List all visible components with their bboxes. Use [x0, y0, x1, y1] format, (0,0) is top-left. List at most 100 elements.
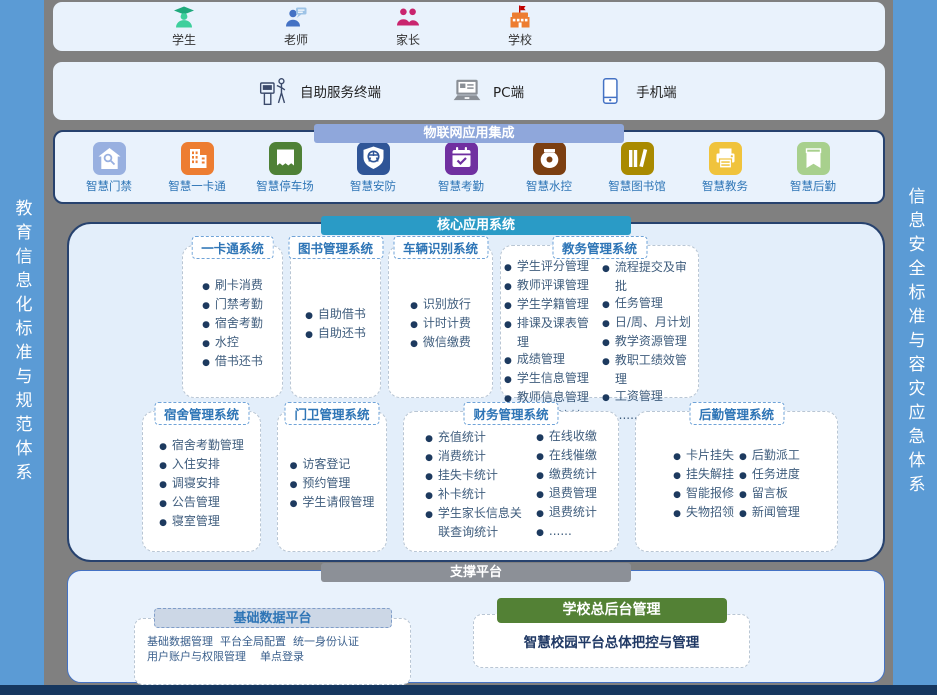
system-items: 刷卡消费门禁考勤宿舍考勤水控借书还书: [183, 246, 282, 397]
system-item: 水控: [202, 334, 263, 353]
iot-label: 智慧图书馆: [608, 178, 666, 194]
iot-label: 智慧安防: [350, 178, 396, 194]
system-item: 成绩管理: [504, 351, 597, 370]
iot-item: 智慧图书馆: [597, 142, 677, 194]
system-item-list: 卡片挂失挂失解挂智能报修失物招领: [673, 447, 734, 523]
system-item: 日/周、月计划: [602, 314, 695, 333]
academic-printer-icon: [709, 142, 742, 175]
right-security-sidebar: 信息安全标准与容灾应急体系: [893, 0, 937, 686]
core-row-2: 宿舍管理系统宿舍考勤管理入住安排调寝安排公告管理寝室管理门卫管理系统访客登记预约…: [142, 411, 883, 552]
parking-ticket-icon: [269, 142, 302, 175]
system-item-list: 自助借书自助还书: [305, 306, 366, 344]
system-item: 门禁考勤: [202, 296, 263, 315]
system-item: 宿舍考勤管理: [159, 437, 244, 456]
terminal-label: 手机端: [636, 81, 677, 101]
iot-label: 智慧考勤: [438, 178, 484, 194]
system-item-list: 识别放行计时计费微信缴费: [410, 296, 471, 353]
system-title: 宿舍管理系统: [154, 402, 249, 425]
system-items: 充值统计消费统计挂失卡统计补卡统计学生家长信息关联查询统计在线收缴在线催缴缴费统…: [404, 412, 618, 551]
system-item-list: 充值统计消费统计挂失卡统计补卡统计学生家长信息关联查询统计: [425, 429, 531, 541]
iot-item: 智慧安防: [333, 142, 413, 194]
system-item: 入住安排: [159, 456, 244, 475]
system-title: 一卡通系统: [191, 236, 274, 259]
system-item: 补卡统计: [425, 486, 531, 505]
library-books-icon: [621, 142, 654, 175]
system-item: 缴费统计: [536, 466, 597, 485]
system-items: 自助借书自助还书: [291, 246, 380, 397]
system-item-list: 访客登记预约管理学生请假管理: [290, 456, 375, 513]
users-panel: 学生老师家长学校: [53, 2, 885, 51]
door-access-icon: [93, 142, 126, 175]
system-title: 教务管理系统: [552, 236, 647, 259]
user-item: 老师: [271, 5, 321, 48]
system-item: 卡片挂失: [673, 447, 734, 466]
iot-label: 智慧一卡通: [168, 178, 226, 194]
terminal-label: 自助服务终端: [300, 81, 381, 101]
system-item: 充值统计: [425, 429, 531, 448]
system-item: 调寝安排: [159, 475, 244, 494]
system-item: 学生请假管理: [290, 494, 375, 513]
iot-label: 智慧门禁: [86, 178, 132, 194]
system-item: 任务进度: [739, 466, 800, 485]
left-standards-sidebar: 教育信息化标准与规范体系: [0, 0, 44, 686]
attendance-calendar-icon: [445, 142, 478, 175]
terminal-label: PC端: [493, 81, 524, 101]
system-item: 工资管理: [602, 388, 695, 407]
system-item: 自助还书: [305, 325, 366, 344]
system-item: 公告管理: [159, 494, 244, 513]
base-data-platform-group: 基础数据平台 基础数据管理 平台全局配置 统一身份认证 用户账户与权限管理 单点…: [134, 608, 411, 685]
system-box: 门卫管理系统访客登记预约管理学生请假管理: [277, 411, 387, 552]
onecard-building-icon: [181, 142, 214, 175]
system-items: 识别放行计时计费微信缴费: [389, 246, 492, 397]
system-item: 教师评课管理: [504, 277, 597, 296]
system-item: 微信缴费: [410, 334, 471, 353]
system-item: 学生学籍管理: [504, 296, 597, 315]
base-platform-title: 基础数据平台: [154, 608, 392, 628]
system-item: 访客登记: [290, 456, 375, 475]
system-item: 宿舍考勤: [202, 315, 263, 334]
system-items: 宿舍考勤管理入住安排调寝安排公告管理寝室管理: [143, 412, 260, 551]
system-item: 识别放行: [410, 296, 471, 315]
user-label: 家长: [396, 31, 420, 48]
iot-item: 智慧后勤: [773, 142, 853, 194]
system-item: ......: [536, 523, 597, 542]
system-box: 一卡通系统刷卡消费门禁考勤宿舍考勤水控借书还书: [182, 245, 283, 398]
system-box: 图书管理系统自助借书自助还书: [290, 245, 381, 398]
base-platform-line: 基础数据管理 平台全局配置 统一身份认证: [147, 634, 400, 649]
system-item: 智能报修: [673, 485, 734, 504]
system-item: 教职工绩效管理: [602, 352, 695, 388]
diagram-content: 学生老师家长学校 自助服务终端PC端手机端 物联网应用集成 智慧门禁智慧一卡通智…: [53, 0, 885, 695]
system-box: 财务管理系统充值统计消费统计挂失卡统计补卡统计学生家长信息关联查询统计在线收缴在…: [403, 411, 619, 552]
system-item: 新闻管理: [739, 504, 800, 523]
iot-item: 智慧教务: [685, 142, 765, 194]
system-item: 刷卡消费: [202, 277, 263, 296]
teacher-icon: [284, 5, 308, 29]
core-row-1: 一卡通系统刷卡消费门禁考勤宿舍考勤水控借书还书图书管理系统自助借书自助还书车辆识…: [182, 245, 883, 398]
logistics-banner-icon: [797, 142, 830, 175]
system-item-list: 后勤派工任务进度留言板新闻管理: [739, 447, 800, 523]
system-item: 借书还书: [202, 353, 263, 372]
system-item: 学生评分管理: [504, 258, 597, 277]
system-item: 退费管理: [536, 485, 597, 504]
iot-item: 智慧一卡通: [157, 142, 237, 194]
core-banner: 核心应用系统: [321, 216, 631, 235]
system-title: 车辆识别系统: [393, 236, 488, 259]
system-item: 消费统计: [425, 448, 531, 467]
system-item-list: 宿舍考勤管理入住安排调寝安排公告管理寝室管理: [159, 437, 244, 532]
system-item: 任务管理: [602, 295, 695, 314]
bottom-divider-strip: [0, 685, 937, 695]
school-admin-text: 智慧校园平台总体把控与管理: [524, 631, 700, 651]
system-item-list: 流程提交及审批任务管理日/周、月计划教学资源管理教职工绩效管理工资管理.....…: [602, 259, 695, 426]
system-items: 访客登记预约管理学生请假管理: [278, 412, 386, 551]
terminal-item: 手机端: [594, 75, 677, 107]
system-item: 后勤派工: [739, 447, 800, 466]
support-panel: 支撑平台 基础数据平台 基础数据管理 平台全局配置 统一身份认证 用户账户与权限…: [67, 570, 885, 683]
terminal-item: 自助服务终端: [258, 75, 381, 107]
system-title: 门卫管理系统: [284, 402, 379, 425]
school-admin-title: 学校总后台管理: [497, 598, 727, 623]
water-control-icon: [533, 142, 566, 175]
right-sidebar-label: 信息安全标准与容灾应急体系: [903, 187, 928, 499]
user-label: 学生: [172, 31, 196, 48]
system-item: 自助借书: [305, 306, 366, 325]
iot-panel: 物联网应用集成 智慧门禁智慧一卡通智慧停车场智慧安防智慧考勤智慧水控智慧图书馆智…: [53, 130, 885, 204]
